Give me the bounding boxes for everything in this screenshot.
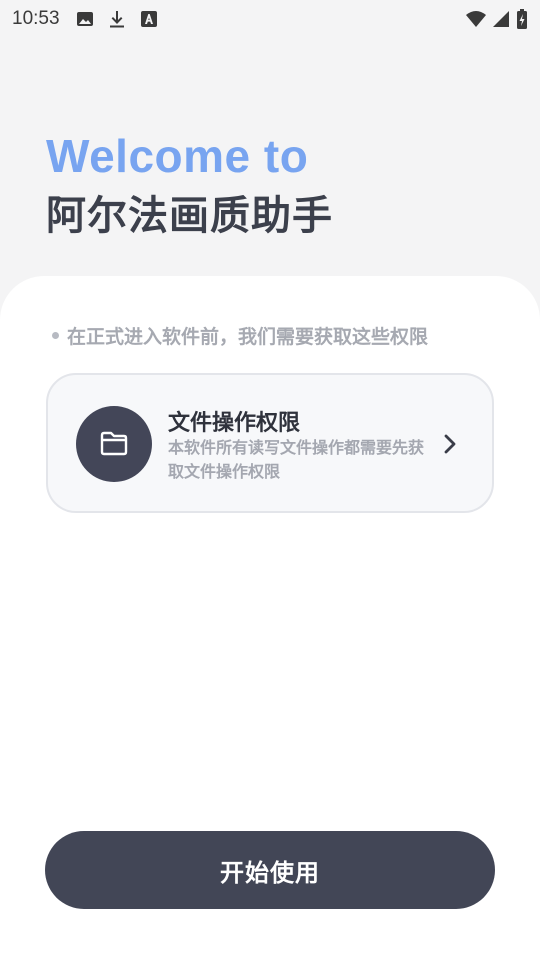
permission-description: 本软件所有读写文件操作都需要先获取文件操作权限 bbox=[168, 438, 425, 481]
start-button[interactable]: 开始使用 bbox=[45, 831, 495, 909]
battery-icon bbox=[517, 9, 527, 29]
folder-icon bbox=[100, 431, 128, 456]
folder-icon-badge bbox=[76, 406, 152, 482]
permission-item-file-operation[interactable]: 文件操作权限 本软件所有读写文件操作都需要先获取文件操作权限 bbox=[46, 373, 494, 513]
bullet-dot bbox=[52, 332, 59, 339]
app-name: 阿尔法画质助手 bbox=[46, 193, 333, 239]
welcome-header: Welcome to 阿尔法画质助手 bbox=[46, 128, 333, 248]
status-bar: 10:53 bbox=[0, 0, 540, 38]
chevron-right-icon bbox=[444, 434, 456, 454]
cellular-signal-icon bbox=[493, 11, 509, 27]
permission-hint-text: 在正式进入软件前，我们需要获取这些权限 bbox=[67, 326, 429, 348]
status-time: 10:53 bbox=[12, 8, 60, 29]
gallery-icon bbox=[76, 12, 93, 26]
download-icon bbox=[109, 11, 124, 28]
welcome-text: Welcome to bbox=[46, 130, 309, 182]
notification-icons bbox=[76, 10, 158, 28]
font-icon bbox=[140, 11, 157, 27]
wifi-icon bbox=[466, 11, 486, 27]
system-icons bbox=[466, 9, 528, 29]
permission-hint: 在正式进入软件前，我们需要获取这些权限 bbox=[52, 322, 428, 349]
permission-title: 文件操作权限 bbox=[168, 411, 301, 436]
